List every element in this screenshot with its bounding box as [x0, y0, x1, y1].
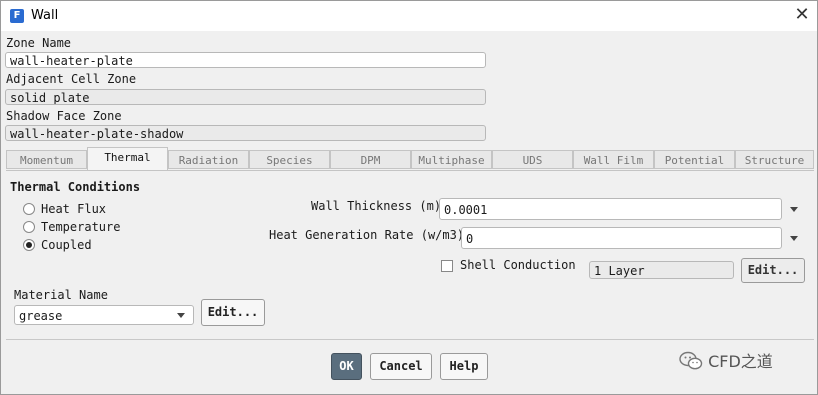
wall-thickness-input[interactable]: 0.0001 [439, 198, 782, 220]
window-title: Wall [31, 8, 59, 23]
tab-momentum[interactable]: Momentum [6, 150, 87, 169]
zone-name-input[interactable]: wall-heater-plate [5, 52, 486, 68]
adjacent-cell-zone-label: Adjacent Cell Zone [6, 72, 137, 86]
temperature-label: Temperature [41, 220, 121, 234]
wechat-icon [679, 351, 708, 371]
material-name-label: Material Name [14, 288, 108, 302]
tab-radiation[interactable]: Radiation [168, 150, 249, 169]
adjacent-cell-zone-field: solid_plate [5, 89, 486, 105]
shadow-face-zone-label: Shadow Face Zone [6, 109, 122, 123]
heat-generation-label: Heat Generation Rate (w/m3) [269, 228, 465, 242]
material-edit-button[interactable]: Edit... [201, 299, 265, 326]
help-button[interactable]: Help [440, 353, 488, 380]
shell-layers-field: 1 Layer [589, 261, 734, 279]
tab-wall-film[interactable]: Wall Film [573, 150, 654, 169]
tab-potential[interactable]: Potential [654, 150, 735, 169]
temperature-radio[interactable] [23, 221, 35, 233]
tab-thermal[interactable]: Thermal [87, 147, 168, 170]
wall-thickness-label: Wall Thickness (m) [311, 199, 442, 213]
close-icon[interactable]: ✕ [791, 4, 813, 26]
material-select[interactable]: grease [14, 305, 194, 325]
watermark-text: CFD之道 [708, 352, 773, 371]
watermark: CFD之道 [679, 348, 773, 372]
cancel-button[interactable]: Cancel [370, 353, 432, 380]
divider [6, 339, 814, 340]
ok-button[interactable]: OK [331, 353, 362, 380]
tab-species[interactable]: Species [249, 150, 330, 169]
app-icon: F [10, 9, 24, 23]
wall-dialog: F Wall ✕ Zone Name wall-heater-plate Adj… [0, 0, 818, 395]
heat-generation-dropdown-icon[interactable] [790, 236, 798, 241]
material-dropdown-icon[interactable] [177, 313, 185, 318]
tab-multiphase[interactable]: Multiphase [411, 150, 492, 169]
tab-bar: Momentum Thermal Radiation Species DPM M… [6, 147, 814, 170]
tab-uds[interactable]: UDS [492, 150, 573, 169]
shell-conduction-label: Shell Conduction [460, 258, 576, 272]
heat-flux-label: Heat Flux [41, 202, 107, 216]
heat-flux-radio[interactable] [23, 203, 35, 215]
tab-dpm[interactable]: DPM [330, 150, 411, 169]
heat-generation-input[interactable]: 0 [461, 227, 782, 249]
coupled-radio[interactable] [23, 239, 35, 251]
zone-name-label: Zone Name [6, 36, 72, 50]
shadow-face-zone-field: wall-heater-plate-shadow [5, 125, 486, 141]
wall-thickness-dropdown-icon[interactable] [790, 207, 798, 212]
tab-structure[interactable]: Structure [735, 150, 814, 169]
shell-conduction-checkbox[interactable] [441, 260, 453, 272]
thermal-conditions-heading: Thermal Conditions [10, 180, 141, 194]
coupled-label: Coupled [41, 238, 92, 252]
title-bar: F Wall ✕ [1, 1, 817, 31]
shell-conduction-edit-button[interactable]: Edit... [741, 258, 805, 283]
